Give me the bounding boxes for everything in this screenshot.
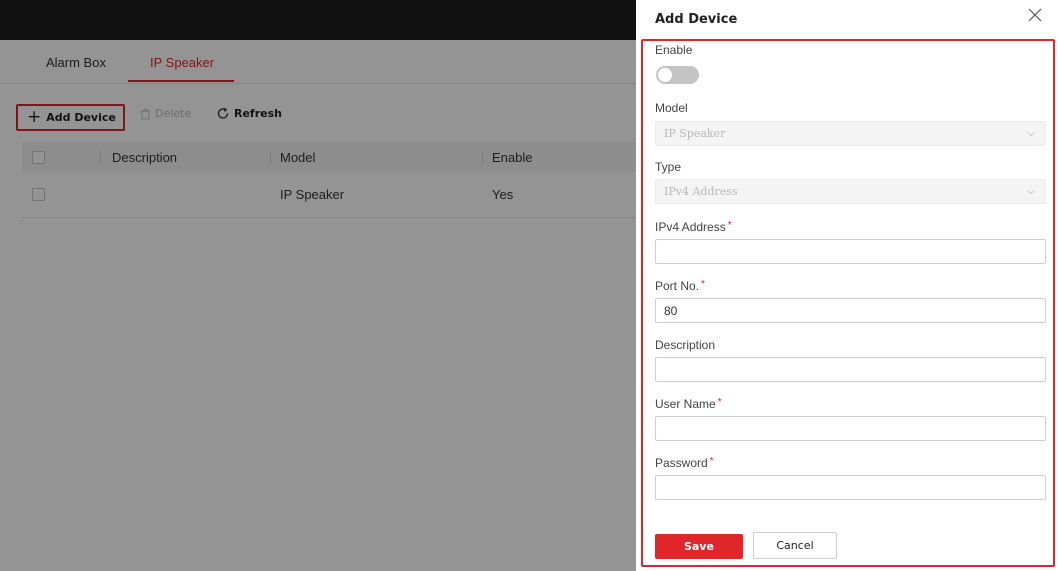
port-input[interactable] [655, 298, 1046, 323]
modal-overlay[interactable] [0, 0, 636, 571]
password-label: Password * [655, 456, 714, 470]
add-device-drawer: Add Device Enable Model IP Speaker Type … [636, 0, 1058, 571]
model-select[interactable]: IP Speaker [655, 121, 1046, 146]
type-value: IPv4 Address [664, 185, 738, 198]
close-icon[interactable] [1025, 5, 1045, 25]
password-input[interactable] [655, 475, 1046, 500]
enable-label: Enable [655, 43, 693, 57]
background-page: Alarm Box IP Speaker + Add Device Delete… [0, 0, 636, 571]
required-mark: * [709, 456, 714, 467]
ipv4-input[interactable] [655, 239, 1046, 264]
chevron-down-icon [1027, 190, 1035, 195]
description-label: Description [655, 338, 716, 352]
model-value: IP Speaker [664, 127, 726, 140]
username-label: User Name * [655, 397, 722, 411]
model-label: Model [655, 101, 688, 115]
drawer-title: Add Device [655, 12, 738, 27]
type-select[interactable]: IPv4 Address [655, 179, 1046, 204]
cancel-button[interactable]: Cancel [753, 532, 837, 559]
required-mark: * [701, 279, 705, 290]
ipv4-label: IPv4 Address * [655, 220, 732, 234]
port-label: Port No. * [655, 279, 705, 293]
description-input[interactable] [655, 357, 1046, 382]
required-mark: * [727, 220, 732, 231]
chevron-down-icon [1027, 132, 1035, 137]
username-input[interactable] [655, 416, 1046, 441]
device-form: Enable Model IP Speaker Type IPv4 Addres… [641, 39, 1055, 567]
enable-toggle[interactable] [656, 66, 699, 84]
toggle-knob [658, 68, 672, 82]
save-button[interactable]: Save [655, 534, 743, 559]
required-mark: * [717, 397, 722, 408]
type-label: Type [655, 160, 682, 174]
